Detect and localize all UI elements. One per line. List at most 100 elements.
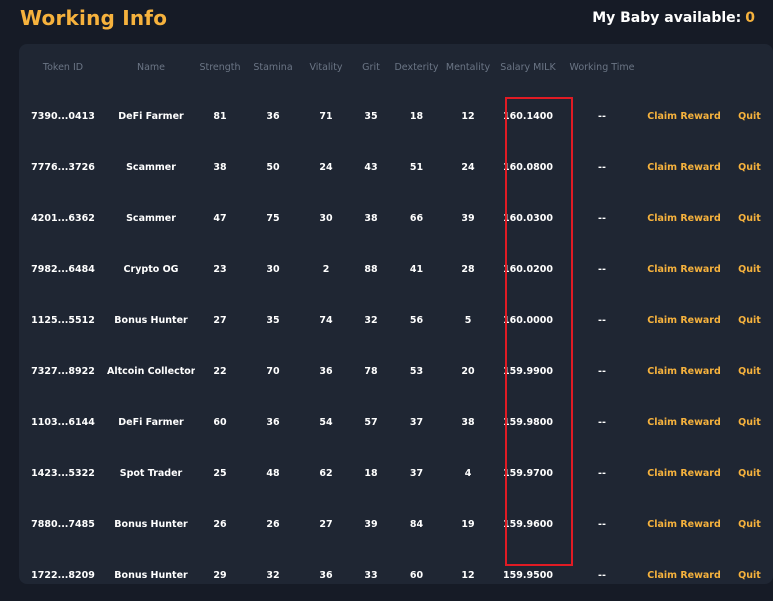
column-header: Salary MILK — [500, 62, 556, 73]
grit-cell: 78 — [364, 366, 378, 377]
salary-cell: 159.9500 — [503, 570, 553, 581]
working-time-cell: -- — [598, 468, 606, 479]
quit-button[interactable]: Quit — [738, 264, 761, 275]
dexterity-cell: 37 — [409, 417, 424, 428]
claim-reward-button[interactable]: Claim Reward — [647, 570, 721, 581]
quit-button[interactable]: Quit — [738, 417, 761, 428]
claim-reward-button-cell: Claim Reward — [642, 397, 726, 448]
claim-reward-button[interactable]: Claim Reward — [647, 315, 721, 326]
stamina-cell: 36 — [266, 111, 280, 122]
salary-cell: 159.9600 — [503, 519, 553, 530]
name-cell: Scammer — [126, 213, 176, 224]
mentality-cell: 19 — [461, 519, 475, 530]
grit-cell: 39 — [364, 519, 378, 530]
strength-cell: 38 — [213, 162, 227, 173]
grit-cell: 35 — [364, 111, 378, 122]
claim-reward-button[interactable]: Claim Reward — [647, 162, 721, 173]
quit-button[interactable]: Quit — [738, 111, 761, 122]
name-cell: Spot Trader — [119, 468, 183, 479]
table-row: 4201...6362 Scammer 47 75 30 38 66 39 160.0300 --… — [19, 193, 773, 244]
quit-button[interactable]: Quit — [738, 570, 761, 581]
column-header: Dexterity — [394, 62, 439, 73]
dexterity-cell: 60 — [409, 570, 424, 581]
vitality-cell: 62 — [319, 468, 333, 479]
mentality-cell: 39 — [461, 213, 475, 224]
strength-cell: 26 — [213, 519, 227, 530]
salary-cell: 160.0000 — [503, 315, 553, 326]
table-row: 7776...3726 Scammer 38 50 24 43 51 24 160.0800 --… — [19, 142, 773, 193]
claim-reward-button[interactable]: Claim Reward — [647, 519, 721, 530]
name-cell: Bonus Hunter — [114, 315, 188, 326]
header-bar: Working Info My Baby available: 0 — [0, 0, 773, 40]
column-header: Token ID — [42, 62, 84, 73]
token-id-cell: 7327...8922 — [31, 366, 95, 377]
stamina-cell: 36 — [266, 417, 280, 428]
vitality-cell: 71 — [319, 111, 333, 122]
quit-button[interactable]: Quit — [738, 366, 761, 377]
stamina-cell: 32 — [266, 570, 280, 581]
name-cell: Bonus Hunter — [114, 519, 188, 530]
grit-cell: 33 — [364, 570, 378, 581]
vitality-cell: 36 — [319, 366, 333, 377]
dexterity-cell: 41 — [409, 264, 424, 275]
name-cell: Crypto OG — [123, 264, 179, 275]
working-time-cell: -- — [598, 366, 606, 377]
mentality-cell: 12 — [461, 111, 475, 122]
dexterity-cell: 53 — [409, 366, 424, 377]
grit-cell: 32 — [364, 315, 378, 326]
table-body: 7390...0413 DeFi Farmer 81 36 71 35 18 12 160.14… — [19, 91, 773, 601]
quit-button-cell: Quit — [726, 193, 773, 244]
claim-reward-button[interactable]: Claim Reward — [647, 417, 721, 428]
token-id-cell: 7390...0413 — [31, 111, 95, 122]
vitality-cell: 36 — [319, 570, 333, 581]
dexterity-cell: 37 — [409, 468, 424, 479]
claim-reward-button[interactable]: Claim Reward — [647, 111, 721, 122]
dexterity-cell: 51 — [409, 162, 424, 173]
table-row: 1722...8209 Bonus Hunter 29 32 36 33 60 12 159.9… — [19, 550, 773, 601]
working-time-cell: -- — [598, 519, 606, 530]
claim-reward-button[interactable]: Claim Reward — [647, 366, 721, 377]
stamina-cell: 75 — [266, 213, 280, 224]
strength-cell: 60 — [213, 417, 227, 428]
column-header: Strength — [199, 62, 241, 73]
table-row: 7390...0413 DeFi Farmer 81 36 71 35 18 12 160.14… — [19, 91, 773, 142]
column-header: Stamina — [253, 62, 293, 73]
column-header: Mentality — [445, 62, 491, 73]
baby-available-label: My Baby available: — [592, 10, 742, 26]
strength-cell: 22 — [213, 366, 227, 377]
strength-cell: 27 — [213, 315, 227, 326]
mentality-cell: 28 — [461, 264, 475, 275]
token-id-cell: 7776...3726 — [31, 162, 95, 173]
salary-cell: 160.1400 — [503, 111, 553, 122]
vitality-cell: 74 — [319, 315, 333, 326]
salary-cell: 160.0300 — [503, 213, 553, 224]
quit-button[interactable]: Quit — [738, 162, 761, 173]
quit-button-cell: Quit — [726, 346, 773, 397]
stamina-cell: 35 — [266, 315, 280, 326]
vitality-cell: 54 — [319, 417, 333, 428]
table-row: 7982...6484 Crypto OG 23 30 2 88 41 28 160.0200 -… — [19, 244, 773, 295]
claim-reward-button[interactable]: Claim Reward — [647, 264, 721, 275]
working-info-panel: Token ID Name Strength Stamina Vitality Grit D… — [19, 44, 773, 584]
column-header — [642, 44, 726, 91]
dexterity-cell: 84 — [409, 519, 424, 530]
name-cell: Altcoin Collector — [107, 366, 195, 377]
quit-button[interactable]: Quit — [738, 519, 761, 530]
quit-button[interactable]: Quit — [738, 468, 761, 479]
quit-button-cell: Quit — [726, 295, 773, 346]
quit-button[interactable]: Quit — [738, 213, 761, 224]
stamina-cell: 26 — [266, 519, 280, 530]
claim-reward-button[interactable]: Claim Reward — [647, 213, 721, 224]
mentality-cell: 12 — [461, 570, 475, 581]
token-id-cell: 1125...5512 — [31, 315, 95, 326]
working-time-cell: -- — [598, 213, 606, 224]
claim-reward-button[interactable]: Claim Reward — [647, 468, 721, 479]
stamina-cell: 50 — [266, 162, 280, 173]
quit-button-cell: Quit — [726, 448, 773, 499]
claim-reward-button-cell: Claim Reward — [642, 499, 726, 550]
column-header: Working Time — [569, 62, 635, 73]
page-title: Working Info — [20, 6, 168, 30]
strength-cell: 81 — [213, 111, 227, 122]
column-header: Vitality — [309, 62, 343, 73]
quit-button[interactable]: Quit — [738, 315, 761, 326]
